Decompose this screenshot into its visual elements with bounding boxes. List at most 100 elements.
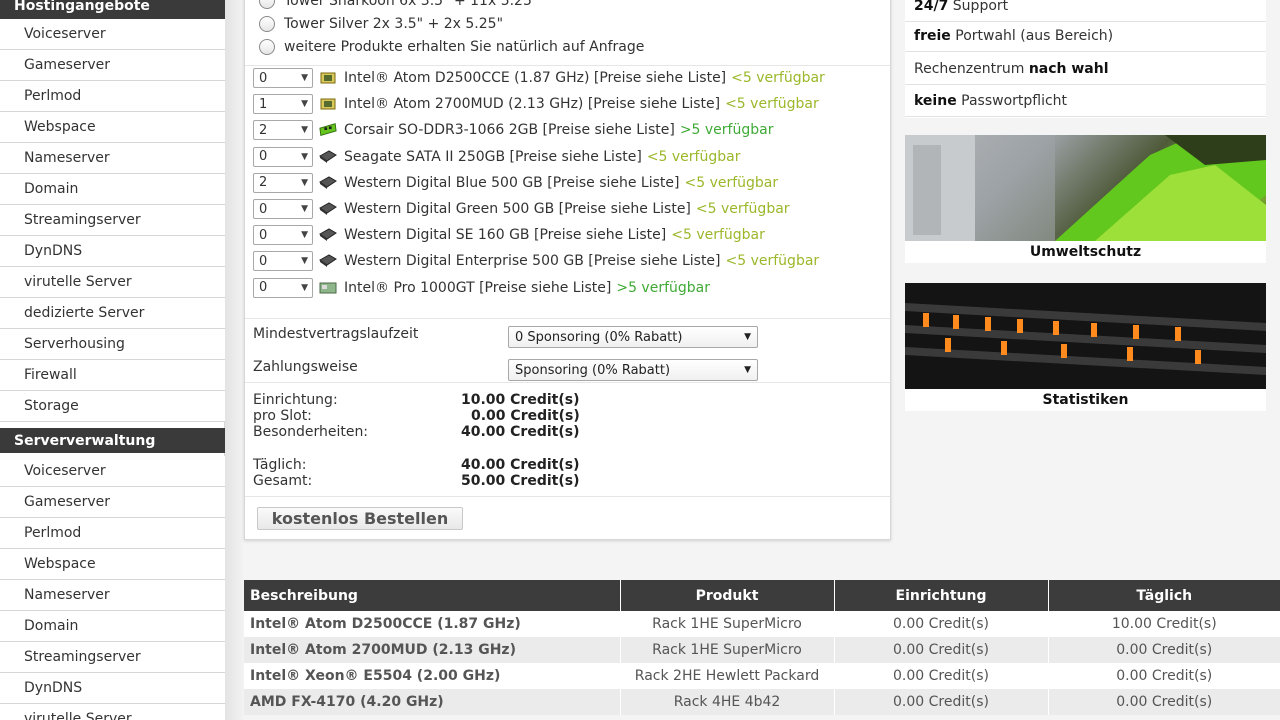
cell-daily: 0.00 Credit(s) [1047,689,1280,715]
sidebar-item-virtual-server[interactable]: virutelle Server [0,267,225,298]
divider [245,496,890,497]
sidebar-item-voiceserver[interactable]: Voiceserver [0,19,225,50]
sidebar-item-domain-admin[interactable]: Domain [0,611,225,642]
sidebar-item-nameserver[interactable]: Nameserver [0,143,225,174]
order-button[interactable]: kostenlos Bestellen [257,507,463,530]
radio-icon[interactable] [259,0,275,9]
sidebar-item-gameserver[interactable]: Gameserver [0,50,225,81]
sidebar-item-virtual-server-admin[interactable]: virutelle Server [0,704,225,720]
sidebar-item-voiceserver-admin[interactable]: Voiceserver [0,456,225,487]
feature-ports: freie Portwahl (aus Bereich) [905,20,1266,52]
sidebar-item-storage[interactable]: Storage [0,391,225,422]
stats-banner[interactable]: Statistiken [905,283,1266,411]
sidebar-section-serververwaltung: Serververwaltung [0,428,225,453]
feature-password: keine Passwortpflicht [905,85,1266,117]
sidebar-item-streamingserver-admin[interactable]: Streamingserver [0,642,225,673]
header-daily[interactable]: Täglich [1047,580,1280,611]
radio-icon[interactable] [259,39,275,55]
quantity-select[interactable]: 0 ▼ [253,68,313,88]
cell-product: Rack 1HE SuperMicro [619,637,834,663]
sidebar-item-dyndns-admin[interactable]: DynDNS [0,673,225,704]
availability-text: <5 verfügbar [731,70,825,86]
special-value: 40.00 Credit(s) [461,424,580,440]
quantity-select[interactable]: 2 ▼ [253,120,313,141]
quantity-select[interactable]: 0 ▼ [253,225,313,246]
divider [245,318,890,319]
sidebar-item-dedicated-server[interactable]: dedizierte Server [0,298,225,329]
product-name: Intel® Atom D2500CCE (1.87 GHz) [Preise … [344,70,727,86]
cell-setup: 0.00 Credit(s) [833,637,1048,663]
product-name: Corsair SO-DDR3-1066 2GB [Preise siehe L… [344,122,675,139]
features-list: 24/7 Support freie Portwahl (aus Bereich… [905,0,1266,118]
cell-daily: 0.00 Credit(s) [1047,663,1280,689]
header-setup[interactable]: Einrichtung [833,580,1048,611]
slot-label: pro Slot: [253,408,312,424]
cell-setup: 0.00 Credit(s) [833,663,1048,689]
sidebar-item-webspace-admin[interactable]: Webspace [0,549,225,580]
sidebar-item-webspace[interactable]: Webspace [0,112,225,143]
feature-bold: 24/7 [914,0,949,14]
chevron-down-icon: ▼ [301,177,308,188]
eco-banner[interactable]: Umweltschutz [905,135,1266,263]
sidebar-item-nameserver-admin[interactable]: Nameserver [0,580,225,611]
ram-icon [319,121,337,139]
radio-icon[interactable] [259,16,275,32]
hdd-icon [319,226,337,244]
sidebar-item-streamingserver[interactable]: Streamingserver [0,205,225,236]
min-term-label: Mindestvertragslaufzeit [253,326,419,342]
product-row: 0 ▼ Western Digital SE 160 GB [Preise sieh… [253,224,765,246]
quantity-select[interactable]: 1 ▼ [253,94,313,115]
availability-text: <5 verfügbar [684,174,779,191]
sidebar-section-hosting: Hostingangebote [0,0,225,19]
quantity-select[interactable]: 2 ▼ [253,172,313,193]
sidebar-item-gameserver-admin[interactable]: Gameserver [0,487,225,518]
chevron-down-icon: ▼ [301,256,308,267]
case-option-other[interactable]: weitere Produkte erhalten Sie natürlich … [259,39,644,55]
feature-datacenter: Rechenzentrum nach wahl [905,53,1266,85]
quantity-select[interactable]: 0 ▼ [253,277,313,298]
quantity-select[interactable]: 0 ▼ [253,199,313,219]
case-option-sharkoon[interactable]: Tower Sharkoon 6x 3.5" + 11x 5.25" [259,0,538,9]
cell-product: Rack 1HE SuperMicro [619,611,834,637]
header-product[interactable]: Produkt [619,580,834,611]
sidebar-item-perlmod[interactable]: Perlmod [0,81,225,112]
product-row: 0 ▼ Western Digital Green 500 GB [Preise s… [253,198,790,220]
hdd-icon [319,252,337,270]
sidebar-item-firewall[interactable]: Firewall [0,360,225,391]
product-row: 0 ▼ Intel® Pro 1000GT [Preise siehe Liste]… [253,277,710,299]
stats-banner-caption: Statistiken [905,389,1266,411]
quantity-value: 0 [259,227,268,243]
product-row: 1 ▼ Intel® Atom 2700MUD (2.13 GHz) [Preise… [253,93,819,115]
hdd-icon [319,148,337,166]
sidebar-item-perlmod-admin[interactable]: Perlmod [0,518,225,549]
quantity-select[interactable]: 0 ▼ [253,251,313,272]
sidebar-item-domain[interactable]: Domain [0,174,225,205]
sidebar-shadow [225,0,245,720]
divider [245,382,890,383]
quantity-value: 2 [259,175,268,191]
chevron-down-icon: ▼ [301,125,308,136]
header-description[interactable]: Beschreibung [244,580,620,611]
chevron-down-icon: ▼ [301,73,308,83]
feature-text: Rechenzentrum [914,60,1029,77]
case-option-silver[interactable]: Tower Silver 2x 3.5" + 2x 5.25" [259,16,503,32]
payment-label: Zahlungsweise [253,359,358,375]
payment-select[interactable]: Sponsoring (0% Rabatt) ▼ [508,359,758,381]
table-row: Intel® Xeon® E5504 (2.00 GHz) Rack 2HE He… [244,663,1280,689]
table-body: Intel® Atom D2500CCE (1.87 GHz) Rack 1HE … [244,611,1280,715]
quantity-value: 0 [259,280,268,296]
sidebar-item-dyndns[interactable]: DynDNS [0,236,225,267]
quantity-value: 0 [259,149,268,165]
sidebar-item-serverhousing[interactable]: Serverhousing [0,329,225,360]
min-term-select[interactable]: 0 Sponsoring (0% Rabatt) ▼ [508,326,758,348]
availability-text: <5 verfügbar [695,201,790,217]
quantity-value: 1 [259,96,268,112]
feature-bold: freie [914,27,951,44]
setup-value: 10.00 Credit(s) [461,392,580,408]
case-option-label: Tower Sharkoon 6x 3.5" + 11x 5.25" [284,0,539,9]
quantity-select[interactable]: 0 ▼ [253,146,313,167]
cell-daily: 0.00 Credit(s) [1047,637,1280,663]
availability-text: >5 verfügbar [679,122,774,139]
quantity-value: 0 [259,201,268,217]
table-row: AMD FX-4170 (4.20 GHz) Rack 4HE 4b42 0.00 … [244,689,1280,715]
